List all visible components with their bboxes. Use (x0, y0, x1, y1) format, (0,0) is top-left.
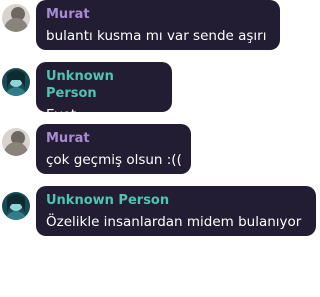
chat-message: Murat bulantı kusma mı var sende aşırı (0, 0, 320, 50)
message-text: Özelikle insanlardan midem bulanıyor (46, 214, 302, 230)
chat-message: Unknown Person Özelikle insanlardan mide… (0, 186, 320, 236)
user-avatar[interactable] (2, 68, 30, 96)
author-name[interactable]: Unknown Person (46, 68, 162, 102)
chat-message: Murat çok geçmiş olsun :(( (0, 124, 320, 174)
message-text: bulantı kusma mı var sende aşırı (46, 28, 267, 44)
author-name[interactable]: Murat (46, 6, 270, 23)
message-bubble: Murat çok geçmiş olsun :(( (36, 124, 191, 174)
message-text: Evet (46, 107, 77, 123)
author-name[interactable]: Murat (46, 130, 181, 147)
message-bubble: Unknown Person Özelikle insanlardan mide… (36, 186, 316, 236)
message-bubble: Unknown Person Evet (36, 62, 172, 123)
user-avatar[interactable] (2, 4, 30, 32)
message-bubble: Murat bulantı kusma mı var sende aşırı (36, 0, 280, 50)
author-name[interactable]: Unknown Person (46, 192, 306, 209)
user-avatar[interactable] (2, 128, 30, 156)
message-text: çok geçmiş olsun :(( (46, 152, 182, 168)
user-avatar[interactable] (2, 192, 30, 220)
chat-message: Unknown Person Evet (0, 62, 320, 123)
